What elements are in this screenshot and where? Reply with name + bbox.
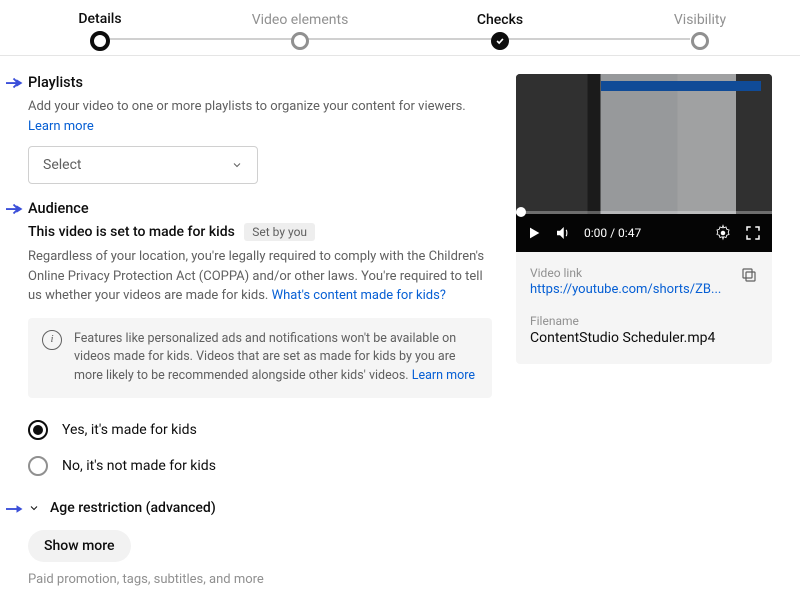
audience-body: Regardless of your location, you're lega… — [28, 247, 492, 306]
settings-icon[interactable] — [714, 224, 732, 242]
step-label: Visibility — [674, 12, 726, 28]
age-restriction-expander[interactable]: Age restriction (advanced) — [28, 500, 492, 516]
step-label: Details — [78, 11, 121, 27]
video-player[interactable]: 0:00 / 0:47 — [516, 74, 772, 252]
playlists-description: Add your video to one or more playlists … — [28, 97, 492, 136]
pointer-arrow-icon — [6, 202, 24, 216]
step-visibility[interactable]: Visibility — [600, 0, 800, 55]
filename-value: ContentStudio Scheduler.mp4 — [530, 330, 758, 346]
playlists-section: Playlists Add your video to one or more … — [28, 74, 492, 184]
video-time: 0:00 / 0:47 — [584, 226, 641, 240]
radio-selected-icon — [28, 420, 48, 440]
video-link[interactable]: https://youtube.com/shorts/ZB... — [530, 282, 721, 297]
pointer-arrow-icon — [6, 76, 24, 90]
info-icon: i — [42, 330, 62, 350]
chevron-down-icon — [28, 502, 40, 514]
step-label: Video elements — [252, 12, 349, 28]
playlists-select[interactable]: Select — [28, 146, 258, 184]
filename-label: Filename — [530, 314, 758, 328]
chevron-down-icon — [231, 159, 243, 171]
step-circle-done — [491, 32, 509, 50]
content-for-kids-link[interactable]: What's content made for kids? — [272, 288, 446, 303]
radio-unselected-icon — [28, 456, 48, 476]
volume-icon[interactable] — [554, 224, 572, 242]
kids-info-box: i Features like personalized ads and not… — [28, 318, 492, 398]
age-restriction-label: Age restriction (advanced) — [50, 500, 216, 516]
radio-made-for-kids-no[interactable]: No, it's not made for kids — [28, 448, 492, 484]
video-preview-panel: 0:00 / 0:47 Video link https://youtube.c… — [516, 74, 772, 587]
video-link-label: Video link — [530, 266, 721, 280]
audience-title: Audience — [28, 200, 492, 217]
radio-made-for-kids-yes[interactable]: Yes, it's made for kids — [28, 412, 492, 448]
upload-stepper: Details Video elements Checks Visibility — [0, 0, 800, 56]
fullscreen-icon[interactable] — [744, 224, 762, 242]
select-placeholder: Select — [43, 157, 81, 173]
playlists-title: Playlists — [28, 74, 492, 91]
step-circle — [291, 32, 309, 50]
infobox-learn-more-link[interactable]: Learn more — [412, 368, 475, 383]
show-more-button[interactable]: Show more — [28, 530, 131, 562]
step-circle-current — [90, 31, 110, 51]
playlists-learn-more-link[interactable]: Learn more — [28, 119, 94, 134]
step-checks[interactable]: Checks — [400, 0, 600, 55]
set-by-badge: Set by you — [244, 223, 315, 241]
step-label: Checks — [477, 12, 523, 28]
radio-label: No, it's not made for kids — [62, 458, 216, 474]
play-icon[interactable] — [526, 225, 542, 241]
radio-label: Yes, it's made for kids — [62, 422, 197, 438]
audience-subtitle: This video is set to made for kids — [28, 224, 235, 240]
step-circle — [691, 32, 709, 50]
copy-icon[interactable] — [740, 266, 758, 284]
step-video-elements[interactable]: Video elements — [200, 0, 400, 55]
audience-section: Audience This video is set to made for k… — [28, 200, 492, 484]
step-details[interactable]: Details — [0, 0, 200, 55]
pointer-arrow-icon — [6, 502, 24, 516]
show-more-hint: Paid promotion, tags, subtitles, and mor… — [28, 572, 492, 587]
